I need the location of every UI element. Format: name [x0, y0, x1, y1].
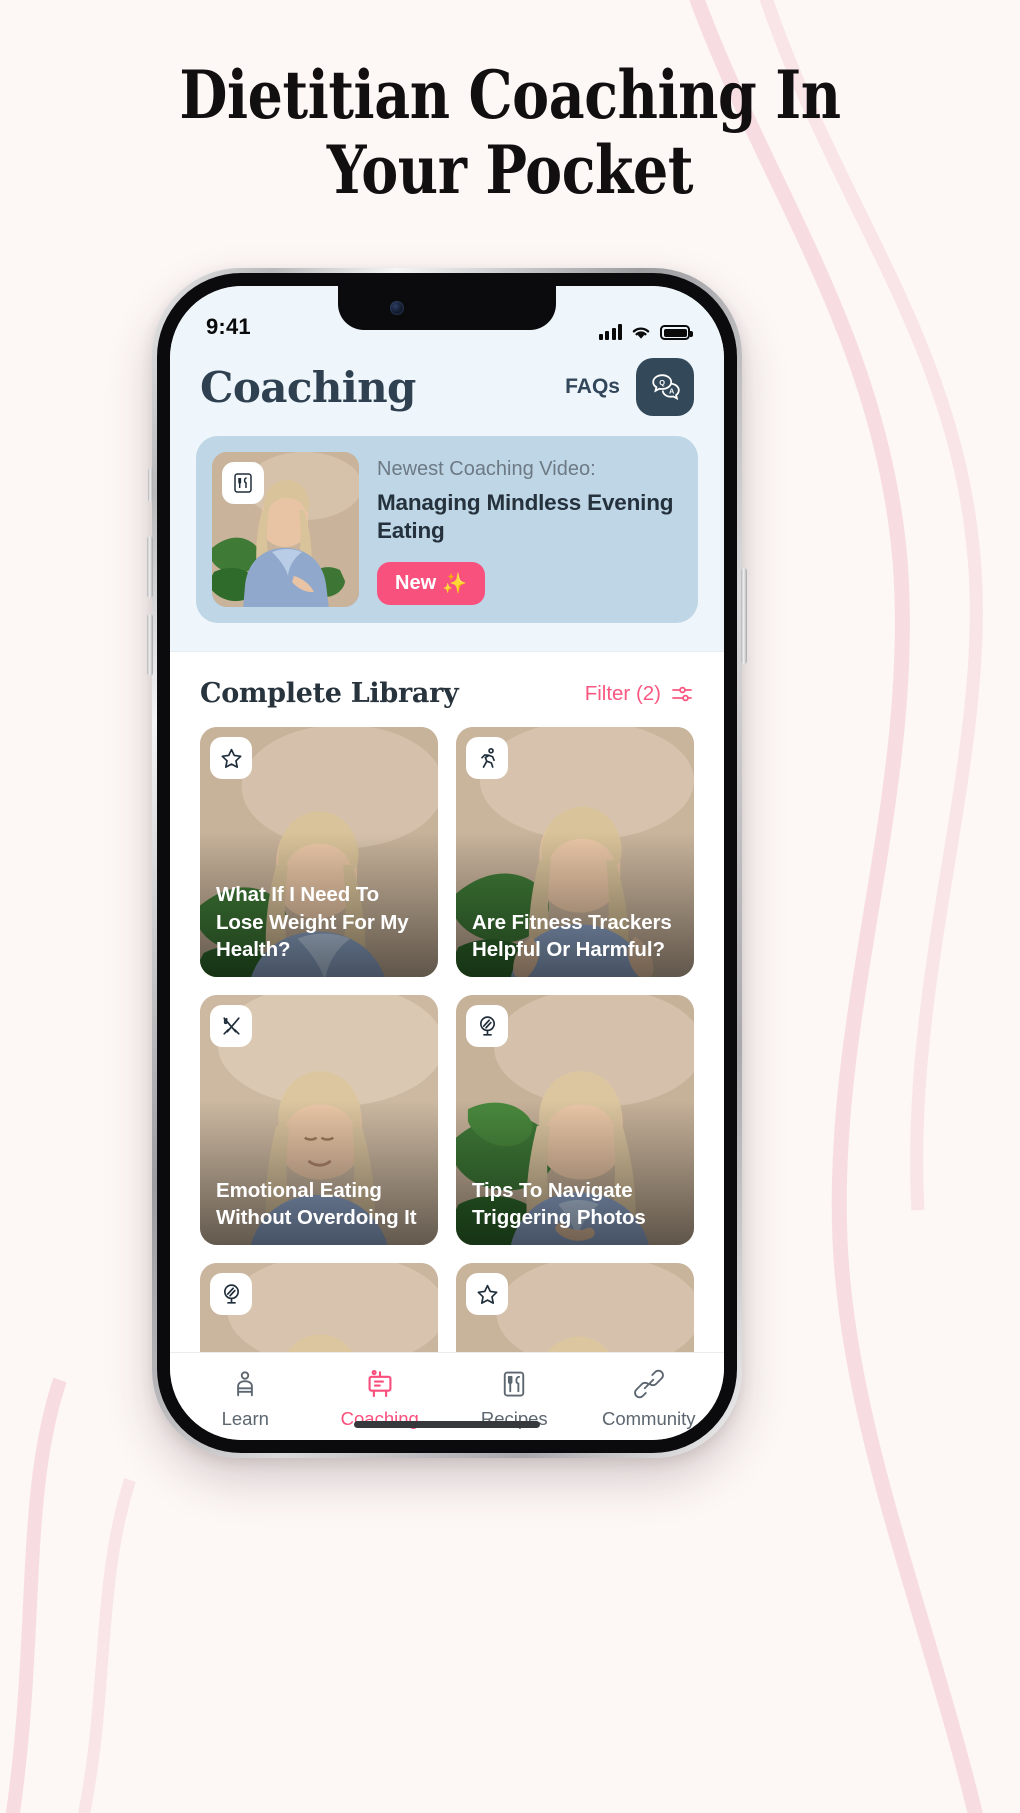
- volume-up-button[interactable]: [147, 536, 153, 598]
- svg-text:Q: Q: [659, 378, 665, 387]
- filter-label: Filter (2): [584, 681, 661, 705]
- phone-screen: 9:41 Coaching FAQs Q A Newest Coaching V…: [170, 286, 724, 1440]
- presentation-board-icon: [364, 1367, 396, 1401]
- filter-button[interactable]: Filter (2): [585, 682, 694, 706]
- video-tile[interactable]: Tips To Navigate Triggering Photos: [456, 995, 694, 1245]
- svg-text:A: A: [669, 387, 675, 396]
- video-title: Emotional Eating Without Overdoing It: [216, 1178, 417, 1229]
- headline-line-2: Your Pocket: [326, 130, 694, 209]
- library-title: Complete Library: [200, 678, 459, 709]
- featured-eyebrow: Newest Coaching Video:: [377, 458, 596, 480]
- screen-title: Coaching: [200, 362, 416, 412]
- bottom-tab-bar: Learn Coaching Recipes Community: [170, 1352, 724, 1440]
- tab-community-label: Community: [601, 1408, 696, 1429]
- fork-knife-icon: [499, 1367, 529, 1401]
- page-title: Dietitian Coaching In Your Pocket: [82, 58, 939, 207]
- running-person-icon: [466, 737, 508, 779]
- complete-library-section: Complete Library Filter (2) What If I Ne…: [170, 651, 724, 1352]
- video-grid: What If I Need To Lose Weight For My Hea…: [170, 727, 724, 1352]
- star-icon: [210, 737, 252, 779]
- notch: [338, 286, 556, 330]
- home-indicator[interactable]: [354, 1421, 540, 1428]
- new-badge-label: New: [395, 571, 437, 594]
- video-tile[interactable]: [456, 1263, 694, 1352]
- video-title: What If I Need To Lose Weight For My Hea…: [216, 883, 409, 961]
- phone-body: 9:41 Coaching FAQs Q A Newest Coaching V…: [157, 273, 737, 1453]
- silent-switch[interactable]: [148, 468, 153, 502]
- video-tile[interactable]: Emotional Eating Without Overdoing It: [200, 995, 438, 1245]
- featured-thumbnail[interactable]: [212, 452, 359, 607]
- sliders-icon: [672, 686, 692, 701]
- link-chain-icon: [633, 1367, 664, 1401]
- tab-learn-label: Learn: [221, 1408, 269, 1429]
- tab-community[interactable]: Community: [582, 1367, 717, 1430]
- video-title: Are Fitness Trackers Helpful Or Harmful?: [472, 910, 672, 961]
- library-header: Complete Library Filter (2): [170, 652, 724, 727]
- status-icons: [598, 324, 693, 340]
- star-icon: [466, 1273, 508, 1315]
- header-actions: FAQs Q A: [565, 358, 694, 416]
- featured-section: Newest Coaching Video: Managing Mindless…: [170, 436, 724, 651]
- mirror-icon: [466, 1005, 508, 1047]
- video-tile[interactable]: What To Do After: [200, 1263, 438, 1352]
- phone-frame: 9:41 Coaching FAQs Q A Newest Coaching V…: [147, 268, 747, 1458]
- cellular-bars-icon: [598, 324, 622, 340]
- video-tile[interactable]: What If I Need To Lose Weight For My Hea…: [200, 727, 438, 977]
- video-title: Tips To Navigate Triggering Photos: [472, 1178, 646, 1229]
- featured-video-card[interactable]: Newest Coaching Video: Managing Mindless…: [196, 436, 698, 623]
- tab-learn[interactable]: Learn: [178, 1367, 313, 1430]
- new-badge: New ✨: [377, 561, 486, 605]
- person-book-icon: [230, 1367, 260, 1401]
- status-time: 9:41: [206, 314, 251, 339]
- phone-mockup: 9:41 Coaching FAQs Q A Newest Coaching V…: [147, 268, 747, 1458]
- menu-cutlery-icon: [222, 462, 264, 504]
- wifi-icon: [632, 327, 650, 339]
- headline-line-1: Dietitian Coaching In: [179, 56, 841, 134]
- power-button[interactable]: [741, 568, 747, 664]
- featured-title: Managing Mindless Evening Eating: [377, 490, 674, 544]
- battery-icon: [660, 325, 693, 340]
- sparkle-icon: ✨: [442, 572, 468, 595]
- cutlery-cross-icon: [210, 1005, 252, 1047]
- app-header: Coaching FAQs Q A: [170, 344, 724, 436]
- mirror-icon: [210, 1273, 252, 1315]
- front-camera-icon: [390, 301, 404, 315]
- faqs-link[interactable]: FAQs: [565, 375, 620, 399]
- qa-chat-bubbles-icon[interactable]: Q A: [636, 358, 694, 416]
- featured-text: Newest Coaching Video: Managing Mindless…: [377, 452, 682, 605]
- video-tile[interactable]: Are Fitness Trackers Helpful Or Harmful?: [456, 727, 694, 977]
- volume-down-button[interactable]: [147, 614, 153, 676]
